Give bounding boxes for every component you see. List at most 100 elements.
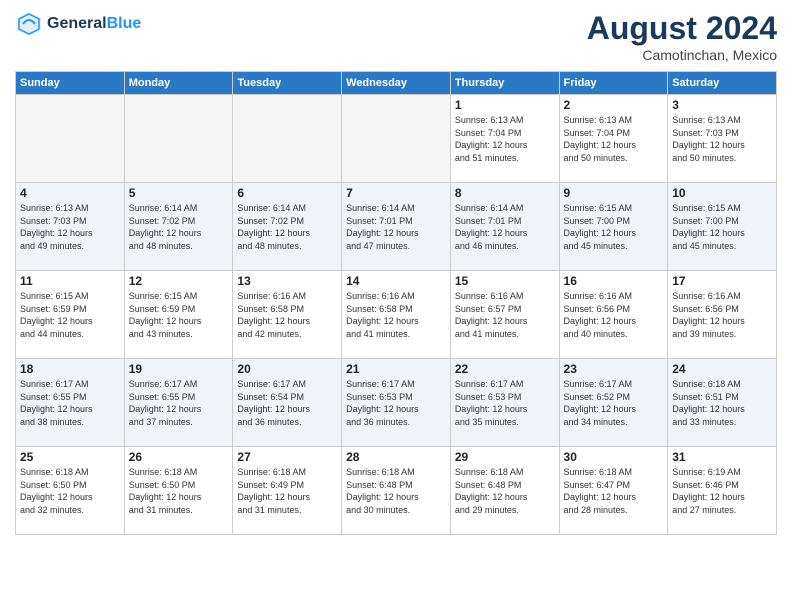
weekday-header-row: SundayMondayTuesdayWednesdayThursdayFrid…: [16, 72, 777, 95]
cell-day-number: 27: [237, 450, 337, 464]
calendar-cell: 5 Sunrise: 6:14 AM Sunset: 7:02 PM Daylig…: [124, 183, 233, 271]
calendar-cell: 22Sunrise: 6:17 AM Sunset: 6:53 PM Dayli…: [450, 359, 559, 447]
cell-day-number: 6: [237, 186, 337, 200]
cell-info-text: Sunrise: 6:14 AM Sunset: 7:01 PM Dayligh…: [346, 202, 446, 252]
calendar-body: 1 Sunrise: 6:13 AM Sunset: 7:04 PM Daylig…: [16, 95, 777, 535]
cell-day-number: 29: [455, 450, 555, 464]
cell-day-number: 7: [346, 186, 446, 200]
cell-day-number: 11: [20, 274, 120, 288]
cell-info-text: Sunrise: 6:15 AM Sunset: 6:59 PM Dayligh…: [20, 290, 120, 340]
cell-info-text: Sunrise: 6:17 AM Sunset: 6:52 PM Dayligh…: [564, 378, 664, 428]
cell-info-text: Sunrise: 6:18 AM Sunset: 6:49 PM Dayligh…: [237, 466, 337, 516]
cell-day-number: 18: [20, 362, 120, 376]
calendar-cell: 16 Sunrise: 6:16 AM Sunset: 6:56 PM Dayli…: [559, 271, 668, 359]
cell-day-number: 5: [129, 186, 229, 200]
cell-day-number: 16: [564, 274, 664, 288]
cell-info-text: Sunrise: 6:14 AM Sunset: 7:02 PM Dayligh…: [237, 202, 337, 252]
cell-day-number: 22: [455, 362, 555, 376]
calendar-cell: [16, 95, 125, 183]
weekday-header-monday: Monday: [124, 72, 233, 95]
cell-info-text: Sunrise: 6:15 AM Sunset: 7:00 PM Dayligh…: [564, 202, 664, 252]
cell-day-number: 30: [564, 450, 664, 464]
cell-day-number: 17: [672, 274, 772, 288]
calendar-cell: 24 Sunrise: 6:18 AM Sunset: 6:51 PM Dayli…: [668, 359, 777, 447]
weekday-header-sunday: Sunday: [16, 72, 125, 95]
cell-day-number: 19: [129, 362, 229, 376]
cell-day-number: 24: [672, 362, 772, 376]
cell-info-text: Sunrise: 6:18 AM Sunset: 6:50 PM Dayligh…: [129, 466, 229, 516]
calendar-cell: 29 Sunrise: 6:18 AM Sunset: 6:48 PM Dayli…: [450, 447, 559, 535]
cell-day-number: 15: [455, 274, 555, 288]
calendar-cell: 3 Sunrise: 6:13 AM Sunset: 7:03 PM Daylig…: [668, 95, 777, 183]
weekday-header-wednesday: Wednesday: [342, 72, 451, 95]
cell-info-text: Sunrise: 6:13 AM Sunset: 7:03 PM Dayligh…: [672, 114, 772, 164]
weekday-header-friday: Friday: [559, 72, 668, 95]
cell-day-number: 13: [237, 274, 337, 288]
calendar-cell: 6 Sunrise: 6:14 AM Sunset: 7:02 PM Daylig…: [233, 183, 342, 271]
calendar-cell: 17Sunrise: 6:16 AM Sunset: 6:56 PM Dayli…: [668, 271, 777, 359]
calendar-cell: 2 Sunrise: 6:13 AM Sunset: 7:04 PM Daylig…: [559, 95, 668, 183]
cell-info-text: Sunrise: 6:18 AM Sunset: 6:48 PM Dayligh…: [346, 466, 446, 516]
cell-info-text: Sunrise: 6:15 AM Sunset: 7:00 PM Dayligh…: [672, 202, 772, 252]
cell-info-text: Sunrise: 6:16 AM Sunset: 6:57 PM Dayligh…: [455, 290, 555, 340]
cell-info-text: Sunrise: 6:17 AM Sunset: 6:53 PM Dayligh…: [346, 378, 446, 428]
cell-day-number: 8: [455, 186, 555, 200]
calendar-cell: [233, 95, 342, 183]
calendar-table: SundayMondayTuesdayWednesdayThursdayFrid…: [15, 71, 777, 535]
calendar-cell: 8 Sunrise: 6:14 AM Sunset: 7:01 PM Daylig…: [450, 183, 559, 271]
week-row-2: 4 Sunrise: 6:13 AM Sunset: 7:03 PM Daylig…: [16, 183, 777, 271]
cell-day-number: 26: [129, 450, 229, 464]
cell-info-text: Sunrise: 6:13 AM Sunset: 7:03 PM Dayligh…: [20, 202, 120, 252]
calendar-cell: 1 Sunrise: 6:13 AM Sunset: 7:04 PM Daylig…: [450, 95, 559, 183]
cell-info-text: Sunrise: 6:19 AM Sunset: 6:46 PM Dayligh…: [672, 466, 772, 516]
week-row-4: 18 Sunrise: 6:17 AM Sunset: 6:55 PM Dayli…: [16, 359, 777, 447]
cell-info-text: Sunrise: 6:17 AM Sunset: 6:54 PM Dayligh…: [237, 378, 337, 428]
cell-info-text: Sunrise: 6:14 AM Sunset: 7:01 PM Dayligh…: [455, 202, 555, 252]
cell-day-number: 1: [455, 98, 555, 112]
cell-day-number: 14: [346, 274, 446, 288]
calendar-cell: 18 Sunrise: 6:17 AM Sunset: 6:55 PM Dayli…: [16, 359, 125, 447]
logo-name: GeneralBlue: [47, 15, 141, 33]
cell-day-number: 3: [672, 98, 772, 112]
calendar-cell: 28Sunrise: 6:18 AM Sunset: 6:48 PM Dayli…: [342, 447, 451, 535]
cell-info-text: Sunrise: 6:13 AM Sunset: 7:04 PM Dayligh…: [455, 114, 555, 164]
cell-day-number: 12: [129, 274, 229, 288]
logo: GeneralBlue: [15, 10, 141, 38]
cell-info-text: Sunrise: 6:18 AM Sunset: 6:47 PM Dayligh…: [564, 466, 664, 516]
cell-info-text: Sunrise: 6:18 AM Sunset: 6:48 PM Dayligh…: [455, 466, 555, 516]
weekday-header-thursday: Thursday: [450, 72, 559, 95]
calendar-title: August 2024: [587, 10, 777, 47]
calendar-cell: 30 Sunrise: 6:18 AM Sunset: 6:47 PM Dayli…: [559, 447, 668, 535]
cell-info-text: Sunrise: 6:18 AM Sunset: 6:50 PM Dayligh…: [20, 466, 120, 516]
calendar-cell: 26 Sunrise: 6:18 AM Sunset: 6:50 PM Dayli…: [124, 447, 233, 535]
cell-info-text: Sunrise: 6:16 AM Sunset: 6:56 PM Dayligh…: [564, 290, 664, 340]
cell-info-text: Sunrise: 6:14 AM Sunset: 7:02 PM Dayligh…: [129, 202, 229, 252]
cell-day-number: 23: [564, 362, 664, 376]
calendar-cell: 31 Sunrise: 6:19 AM Sunset: 6:46 PM Dayli…: [668, 447, 777, 535]
cell-day-number: 31: [672, 450, 772, 464]
calendar-cell: 23 Sunrise: 6:17 AM Sunset: 6:52 PM Dayli…: [559, 359, 668, 447]
week-row-1: 1 Sunrise: 6:13 AM Sunset: 7:04 PM Daylig…: [16, 95, 777, 183]
cell-info-text: Sunrise: 6:13 AM Sunset: 7:04 PM Dayligh…: [564, 114, 664, 164]
cell-day-number: 9: [564, 186, 664, 200]
cell-day-number: 20: [237, 362, 337, 376]
calendar-cell: [342, 95, 451, 183]
cell-info-text: Sunrise: 6:17 AM Sunset: 6:55 PM Dayligh…: [20, 378, 120, 428]
calendar-cell: 25Sunrise: 6:18 AM Sunset: 6:50 PM Dayli…: [16, 447, 125, 535]
cell-day-number: 21: [346, 362, 446, 376]
logo-icon: [15, 10, 43, 38]
calendar-cell: 19Sunrise: 6:17 AM Sunset: 6:55 PM Dayli…: [124, 359, 233, 447]
calendar-cell: 9 Sunrise: 6:15 AM Sunset: 7:00 PM Daylig…: [559, 183, 668, 271]
calendar-cell: 27 Sunrise: 6:18 AM Sunset: 6:49 PM Dayli…: [233, 447, 342, 535]
cell-info-text: Sunrise: 6:16 AM Sunset: 6:58 PM Dayligh…: [237, 290, 337, 340]
calendar-cell: 12Sunrise: 6:15 AM Sunset: 6:59 PM Dayli…: [124, 271, 233, 359]
cell-day-number: 4: [20, 186, 120, 200]
calendar-cell: 21 Sunrise: 6:17 AM Sunset: 6:53 PM Dayli…: [342, 359, 451, 447]
cell-info-text: Sunrise: 6:16 AM Sunset: 6:58 PM Dayligh…: [346, 290, 446, 340]
calendar-cell: 7 Sunrise: 6:14 AM Sunset: 7:01 PM Daylig…: [342, 183, 451, 271]
calendar-cell: 14 Sunrise: 6:16 AM Sunset: 6:58 PM Dayli…: [342, 271, 451, 359]
cell-info-text: Sunrise: 6:18 AM Sunset: 6:51 PM Dayligh…: [672, 378, 772, 428]
calendar-cell: 11 Sunrise: 6:15 AM Sunset: 6:59 PM Dayli…: [16, 271, 125, 359]
week-row-3: 11 Sunrise: 6:15 AM Sunset: 6:59 PM Dayli…: [16, 271, 777, 359]
cell-day-number: 2: [564, 98, 664, 112]
